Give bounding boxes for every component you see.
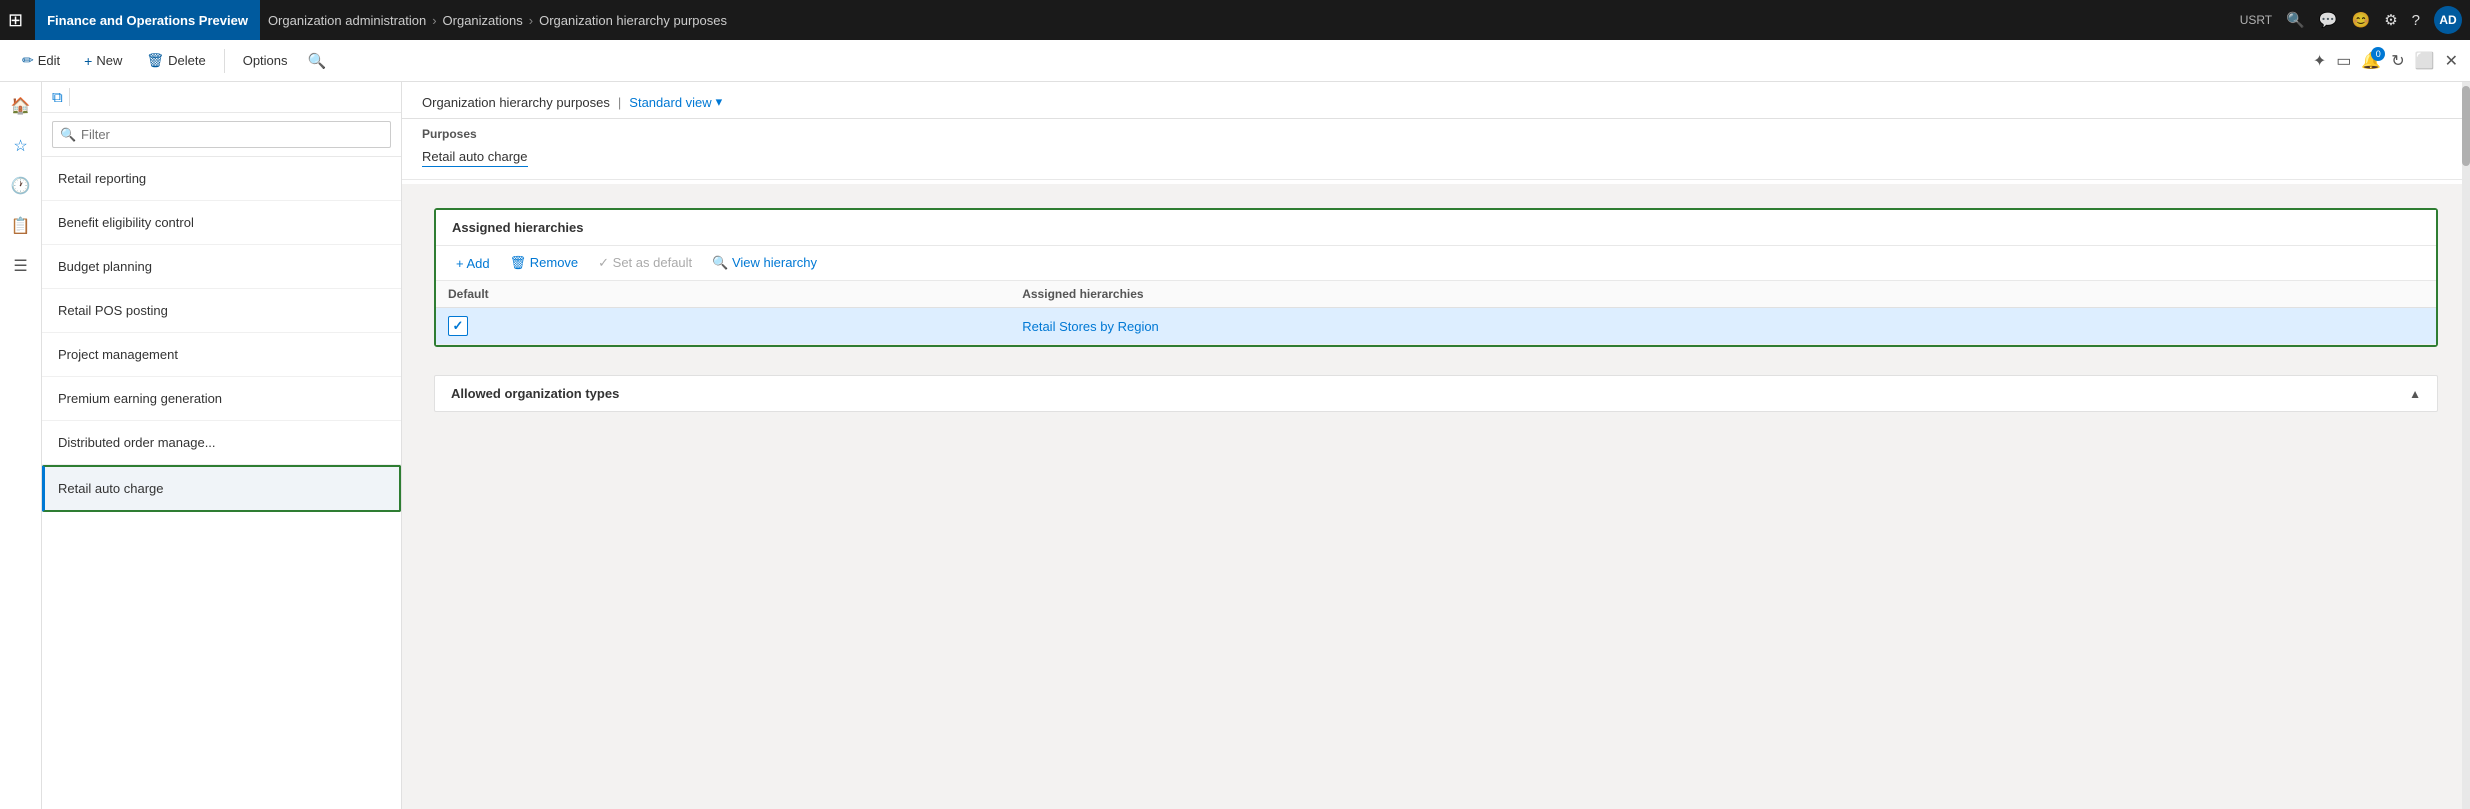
scrollbar-track[interactable] xyxy=(2462,82,2470,809)
open-new-icon[interactable]: ▭ xyxy=(2336,51,2351,71)
comment-icon[interactable]: 💬 xyxy=(2319,11,2338,29)
assigned-hierarchies-header: Assigned hierarchies xyxy=(436,210,2436,245)
edit-button[interactable]: ✏ Edit xyxy=(12,48,70,73)
filter-divider xyxy=(69,88,70,106)
breadcrumb: Organization administration › Organizati… xyxy=(268,13,2232,28)
view-selector[interactable]: Standard view ▾ xyxy=(629,94,722,110)
search-icon[interactable]: 🔍 xyxy=(2286,11,2305,29)
left-sidebar: 🏠 ☆ 🕐 📋 ☰ xyxy=(0,82,42,809)
help-icon[interactable]: ? xyxy=(2412,12,2420,29)
sidebar-workspace-icon[interactable]: 📋 xyxy=(5,210,37,242)
main-layout: 🏠 ☆ 🕐 📋 ☰ ⧉ 🔍 Retail reporting Benefit e… xyxy=(0,82,2470,809)
list-panel: ⧉ 🔍 Retail reporting Benefit eligibility… xyxy=(42,82,402,809)
badge-icon[interactable]: 🔔 0 xyxy=(2361,51,2381,71)
list-item[interactable]: Premium earning generation xyxy=(42,377,401,421)
breadcrumb-organizations[interactable]: Organizations xyxy=(443,13,523,28)
filter-bar: ⧉ xyxy=(42,82,401,113)
sidebar-list-icon[interactable]: ☰ xyxy=(5,250,37,282)
col-default: Default xyxy=(436,281,1010,308)
chevron-down-icon: ▾ xyxy=(716,94,723,110)
list-item[interactable]: Retail POS posting xyxy=(42,289,401,333)
purposes-label: Purposes xyxy=(402,119,2470,145)
list-filter: 🔍 xyxy=(42,113,401,157)
table-row[interactable]: Retail Stores by Region xyxy=(436,308,2436,345)
settings-icon[interactable]: ⚙ xyxy=(2384,11,2397,29)
delete-icon: 🗑 xyxy=(146,52,164,69)
nav-icons: USRT 🔍 💬 😊 ⚙ ? AD xyxy=(2240,6,2462,34)
hierarchy-cell: Retail Stores by Region xyxy=(1010,308,2436,345)
refresh-icon[interactable]: ↻ xyxy=(2391,51,2404,71)
new-icon: + xyxy=(84,53,92,69)
purposes-card: Purposes Retail auto charge xyxy=(402,119,2470,184)
app-grid-icon[interactable]: ⊞ xyxy=(8,10,23,31)
breadcrumb-sep-1: › xyxy=(432,13,436,28)
allowed-org-header[interactable]: Allowed organization types ▲ xyxy=(435,376,2437,411)
col-assigned: Assigned hierarchies xyxy=(1010,281,2436,308)
detail-panel: Organization hierarchy purposes | Standa… xyxy=(402,82,2470,809)
hierarchy-link[interactable]: Retail Stores by Region xyxy=(1022,319,1159,334)
allowed-org-label: Allowed organization types xyxy=(451,386,619,401)
list-item[interactable]: Retail reporting xyxy=(42,157,401,201)
app-title[interactable]: Finance and Operations Preview xyxy=(35,0,260,40)
detail-area: Purposes Retail auto charge Assigned hie… xyxy=(402,119,2470,809)
set-default-button[interactable]: ✓ Set as default xyxy=(590,252,700,274)
remove-button[interactable]: 🗑 Remove xyxy=(502,252,587,274)
allowed-org-section: Allowed organization types ▲ xyxy=(434,375,2438,412)
breadcrumb-sep-2: › xyxy=(529,13,533,28)
scrollbar-thumb[interactable] xyxy=(2462,86,2470,166)
sidebar-home-icon[interactable]: 🏠 xyxy=(5,90,37,122)
toolbar: ✏ Edit + New 🗑 Delete Options 🔍 ✦ ▭ 🔔 0 … xyxy=(0,40,2470,82)
default-cell xyxy=(436,308,1010,345)
pipe-separator: | xyxy=(618,95,621,110)
list-item[interactable]: Project management xyxy=(42,333,401,377)
add-button[interactable]: + Add xyxy=(448,253,498,274)
breadcrumb-hierarchy-purposes[interactable]: Organization hierarchy purposes xyxy=(539,13,727,28)
sidebar-star-icon[interactable]: ☆ xyxy=(5,130,37,162)
personalize-icon[interactable]: ✦ xyxy=(2313,51,2326,71)
new-button[interactable]: + New xyxy=(74,49,132,73)
list-items: Retail reporting Benefit eligibility con… xyxy=(42,157,401,809)
top-nav: ⊞ Finance and Operations Preview Organiz… xyxy=(0,0,2470,40)
restore-icon[interactable]: ⬜ xyxy=(2415,51,2435,71)
filter-search-icon: 🔍 xyxy=(60,127,76,143)
chevron-up-icon: ▲ xyxy=(2409,387,2421,401)
breadcrumb-org-admin[interactable]: Organization administration xyxy=(268,13,426,28)
page-title-text: Organization hierarchy purposes xyxy=(422,95,610,110)
options-button[interactable]: Options xyxy=(233,49,298,72)
delete-button[interactable]: 🗑 Delete xyxy=(136,48,215,73)
detail-header: Organization hierarchy purposes | Standa… xyxy=(402,82,2470,119)
allowed-org-wrapper: Allowed organization types ▲ xyxy=(402,375,2470,424)
notification-badge: 0 xyxy=(2371,47,2385,61)
list-item[interactable]: Budget planning xyxy=(42,245,401,289)
list-item[interactable]: Distributed order manage... xyxy=(42,421,401,465)
assigned-hierarchies-section: Assigned hierarchies + Add 🗑 Remove ✓ Se… xyxy=(434,208,2438,347)
toolbar-divider xyxy=(224,49,225,73)
filter-input[interactable] xyxy=(52,121,391,148)
view-hierarchy-button[interactable]: 🔍 View hierarchy xyxy=(704,252,825,274)
list-item[interactable]: Benefit eligibility control xyxy=(42,201,401,245)
assigned-toolbar: + Add 🗑 Remove ✓ Set as default 🔍 View h… xyxy=(436,245,2436,281)
purposes-field: Retail auto charge xyxy=(402,145,2470,180)
sidebar-recent-icon[interactable]: 🕐 xyxy=(5,170,37,202)
usrt-label: USRT xyxy=(2240,13,2272,27)
list-item-retail-auto-charge[interactable]: Retail auto charge xyxy=(42,465,401,512)
user-icon[interactable]: 😊 xyxy=(2352,11,2371,29)
toolbar-right-icons: ✦ ▭ 🔔 0 ↻ ⬜ ✕ xyxy=(2313,51,2458,71)
assigned-table: Default Assigned hierarchies Retail Stor xyxy=(436,281,2436,345)
avatar[interactable]: AD xyxy=(2434,6,2462,34)
assigned-hierarchies-wrapper: Assigned hierarchies + Add 🗑 Remove ✓ Se… xyxy=(402,188,2470,367)
default-checkbox[interactable] xyxy=(448,316,468,336)
purposes-value: Retail auto charge xyxy=(422,149,528,167)
toolbar-search-icon[interactable]: 🔍 xyxy=(308,52,327,70)
edit-icon: ✏ xyxy=(22,52,34,69)
view-title: Organization hierarchy purposes | Standa… xyxy=(422,94,2450,110)
filter-icon[interactable]: ⧉ xyxy=(52,89,63,106)
close-icon[interactable]: ✕ xyxy=(2445,51,2458,71)
